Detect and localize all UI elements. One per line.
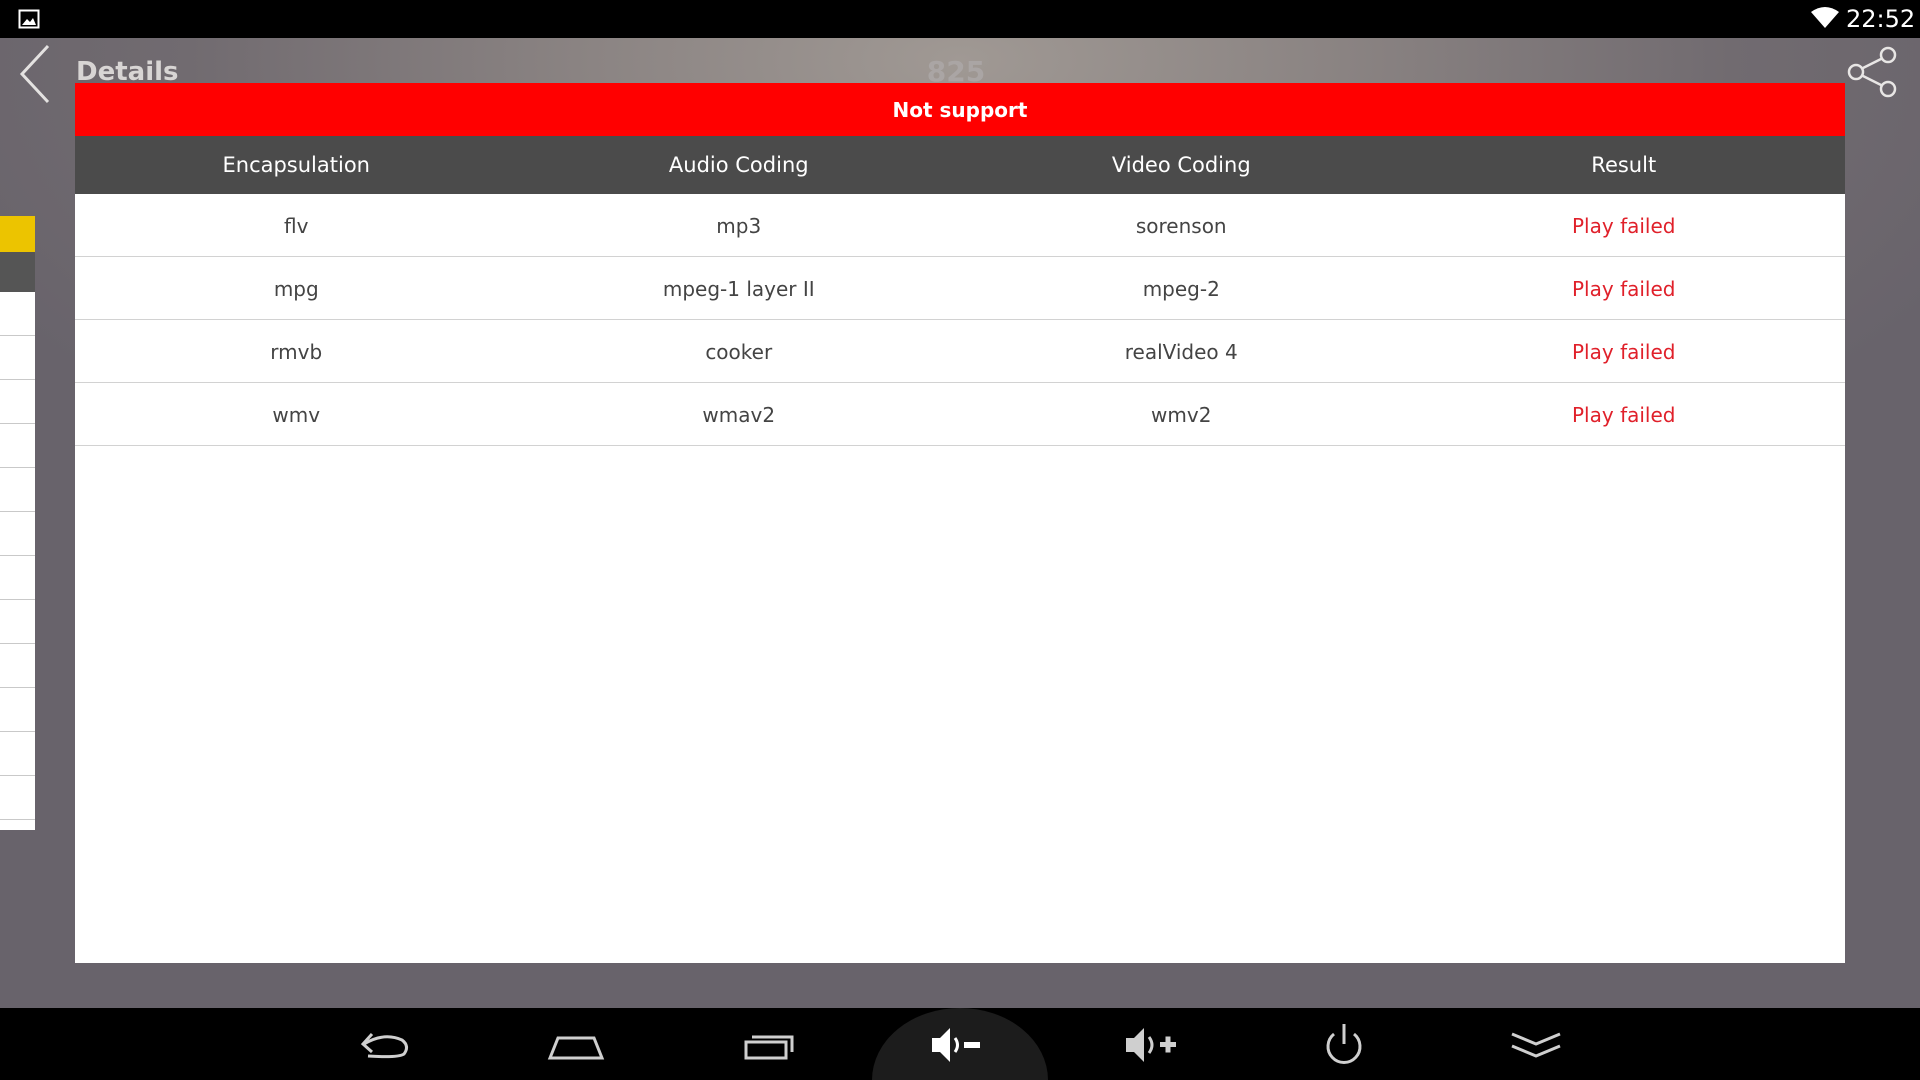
cell-video-coding: sorenson <box>1135 214 1227 238</box>
strip-header-item <box>0 252 35 292</box>
cell-encapsulation: rmvb <box>270 340 323 364</box>
cell-video-coding: mpeg-2 <box>1142 277 1220 301</box>
power-icon[interactable] <box>1314 1022 1374 1068</box>
table-row: rmvb cooker realVideo 4 Play failed <box>75 320 1845 383</box>
share-icon[interactable] <box>1846 46 1900 98</box>
cell-audio-coding: cooker <box>705 340 773 364</box>
wifi-icon <box>1811 7 1839 28</box>
navigation-bar <box>0 1008 1920 1080</box>
screen: 22:52 Details 825 Not support Encapsulat… <box>0 0 1920 1080</box>
column-header-audio-coding: Audio Coding <box>668 153 809 177</box>
cell-video-coding: realVideo 4 <box>1124 340 1238 364</box>
volume-down-icon[interactable] <box>926 1022 986 1068</box>
home-icon[interactable] <box>546 1022 606 1068</box>
cell-encapsulation: flv <box>284 214 309 238</box>
cell-result: Play failed <box>1572 277 1676 301</box>
volume-up-icon[interactable] <box>1122 1022 1182 1068</box>
table-row: wmv wmav2 wmv2 Play failed <box>75 383 1845 446</box>
hide-bar-icon[interactable] <box>1506 1022 1566 1068</box>
cell-result: Play failed <box>1572 403 1676 427</box>
strip-selected-item <box>0 216 35 252</box>
not-support-dialog: Not support Encapsulation Audio Coding V… <box>75 83 1845 963</box>
cell-audio-coding: mp3 <box>716 214 762 238</box>
nav-back-icon[interactable] <box>354 1022 414 1068</box>
cell-encapsulation: mpg <box>273 277 319 301</box>
background-list-strip <box>0 216 35 830</box>
cell-encapsulation: wmv <box>272 403 321 427</box>
cell-audio-coding: wmav2 <box>702 403 776 427</box>
table-header: Encapsulation Audio Coding Video Coding … <box>75 136 1845 194</box>
gallery-icon <box>18 9 40 29</box>
dialog-title: Not support <box>75 83 1845 136</box>
status-time: 22:52 <box>1846 5 1916 33</box>
cell-result: Play failed <box>1572 214 1676 238</box>
strip-list-items <box>0 292 35 830</box>
cell-video-coding: wmv2 <box>1151 403 1212 427</box>
table-row: mpg mpeg-1 layer II mpeg-2 Play failed <box>75 257 1845 320</box>
cell-result: Play failed <box>1572 340 1676 364</box>
column-header-encapsulation: Encapsulation <box>222 153 370 177</box>
status-bar: 22:52 <box>0 0 1920 38</box>
column-header-result: Result <box>1591 153 1657 177</box>
cell-audio-coding: mpeg-1 layer II <box>662 277 815 301</box>
back-icon[interactable] <box>14 40 58 108</box>
recent-apps-icon[interactable] <box>740 1022 800 1068</box>
column-header-video-coding: Video Coding <box>1111 153 1251 177</box>
table-row: flv mp3 sorenson Play failed <box>75 194 1845 257</box>
